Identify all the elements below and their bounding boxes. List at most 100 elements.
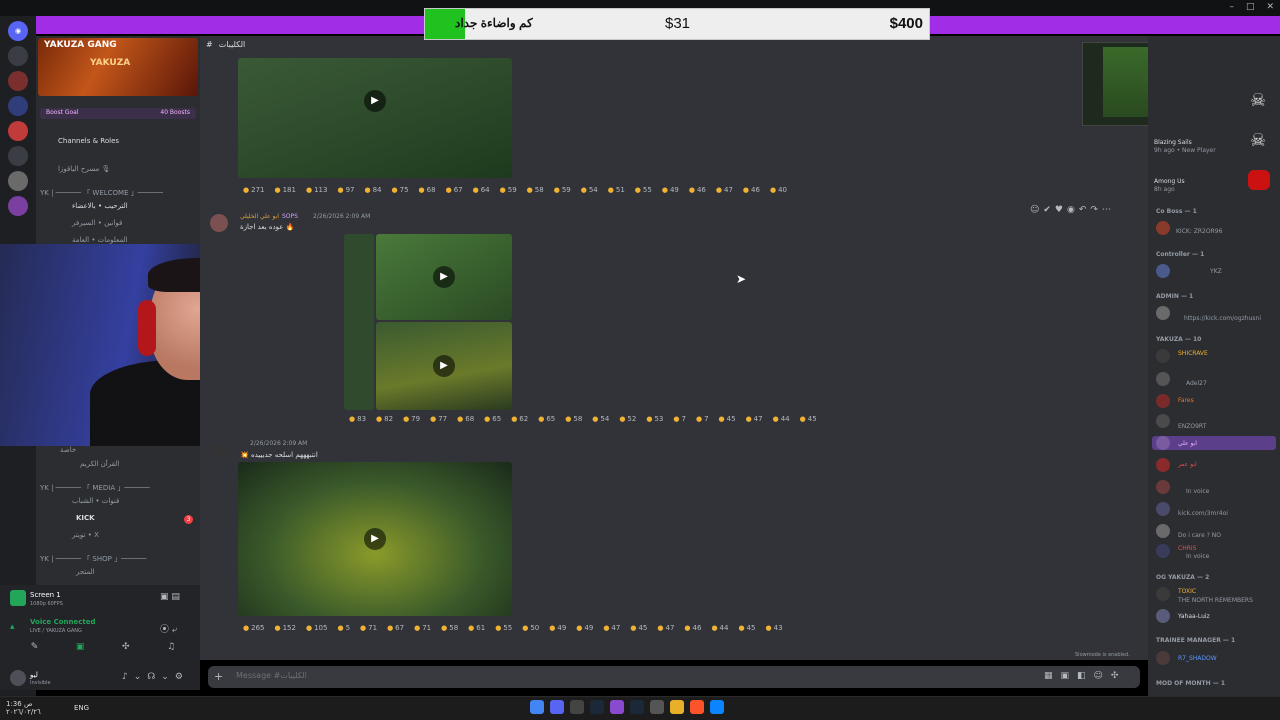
reaction-chip[interactable]: ● 65 xyxy=(535,415,558,423)
reaction-chip[interactable]: ● 55 xyxy=(632,186,655,194)
server-icon[interactable] xyxy=(8,71,28,91)
avatar[interactable] xyxy=(1156,221,1170,235)
reaction-chip[interactable]: ● 43 xyxy=(763,624,786,632)
video-attachment[interactable]: ▶ xyxy=(238,58,512,178)
activity-name[interactable]: Among Us xyxy=(1154,178,1185,185)
reaction-chip[interactable]: ● 59 xyxy=(551,186,574,194)
reaction-chip[interactable]: ● 40 xyxy=(767,186,790,194)
reaction-chip[interactable]: ● 71 xyxy=(411,624,434,632)
member-name[interactable]: TOXIC xyxy=(1178,588,1196,595)
reaction-chip[interactable]: ● 61 xyxy=(465,624,488,632)
channel-youth[interactable]: قنوات • الشباب xyxy=(72,497,119,505)
avatar[interactable] xyxy=(1156,480,1170,494)
reaction-chip[interactable]: ● 46 xyxy=(740,186,763,194)
reaction-chip[interactable]: ● 71 xyxy=(357,624,380,632)
language-indicator[interactable]: ENG xyxy=(74,704,89,712)
reaction-chip[interactable]: ● 67 xyxy=(384,624,407,632)
reaction-chip[interactable]: ● 265 xyxy=(240,624,267,632)
camera-icon[interactable]: ✎ xyxy=(31,642,39,656)
channel-kick[interactable]: KICK xyxy=(76,514,95,522)
reaction-chip[interactable]: ● 46 xyxy=(681,624,704,632)
channel-rules[interactable]: قوانين • السيرفر xyxy=(72,219,122,227)
folder-icon[interactable] xyxy=(670,700,684,714)
steam-icon[interactable] xyxy=(590,700,604,714)
video-attachment[interactable]: ▶ xyxy=(376,234,512,320)
server-icon[interactable] xyxy=(8,196,28,216)
message-actions[interactable]: ☺✔♥◉↶↷⋯ xyxy=(1030,205,1115,215)
reaction-chip[interactable]: ● 79 xyxy=(400,415,423,423)
server-name[interactable]: YAKUZA GANG xyxy=(44,40,117,50)
avatar[interactable] xyxy=(1156,524,1170,538)
member-name[interactable]: Fares xyxy=(1178,397,1194,404)
reaction-chip[interactable]: ● 181 xyxy=(271,186,298,194)
reaction-chip[interactable]: ● 54 xyxy=(578,186,601,194)
reaction-chip[interactable]: ● 53 xyxy=(643,415,666,423)
avatar[interactable] xyxy=(1156,394,1170,408)
avatar[interactable] xyxy=(1156,458,1170,472)
avatar[interactable] xyxy=(1156,544,1170,558)
reaction-chip[interactable]: ● 113 xyxy=(303,186,330,194)
play-icon[interactable]: ▶ xyxy=(433,355,455,377)
server-icon[interactable] xyxy=(8,146,28,166)
reaction-chip[interactable]: ● 83 xyxy=(346,415,369,423)
message-input[interactable]: Message #الكليبات xyxy=(208,666,1140,688)
member-name[interactable]: CHRIS xyxy=(1178,545,1196,552)
windows-icon[interactable] xyxy=(710,700,724,714)
channel-stage[interactable]: مسرح الياقوزا 🎙 xyxy=(58,165,110,173)
avatar[interactable] xyxy=(1156,264,1170,278)
channel-x[interactable]: تويتر • X xyxy=(72,531,99,539)
channel-shop[interactable]: المتجر xyxy=(76,568,95,576)
member-name[interactable]: SHICRAVE xyxy=(1178,350,1208,357)
reaction-chip[interactable]: ● 68 xyxy=(416,186,439,194)
reaction-chip[interactable]: ● 54 xyxy=(589,415,612,423)
activity-icon[interactable]: ✣ xyxy=(122,642,130,656)
avatar[interactable] xyxy=(1156,502,1170,516)
reaction-chip[interactable]: ● 45 xyxy=(735,624,758,632)
disconnect-icon[interactable]: ⦿ ⤶ xyxy=(160,622,177,635)
reaction-chip[interactable]: ● 7 xyxy=(693,415,712,423)
reaction-chip[interactable]: ● 77 xyxy=(427,415,450,423)
video-attachment[interactable]: ▶ xyxy=(238,462,512,616)
reaction-chip[interactable]: ● 55 xyxy=(492,624,515,632)
channels-roles-link[interactable]: Channels & Roles xyxy=(58,137,119,145)
reaction-chip[interactable]: ● 58 xyxy=(438,624,461,632)
calculator-icon[interactable] xyxy=(650,700,664,714)
reaction-chip[interactable]: ● 97 xyxy=(334,186,357,194)
avatar[interactable] xyxy=(214,446,228,456)
server-icon[interactable] xyxy=(8,46,28,66)
reaction-chip[interactable]: ● 105 xyxy=(303,624,330,632)
reaction-chip[interactable]: ● 7 xyxy=(670,415,689,423)
reaction-chip[interactable]: ● 47 xyxy=(600,624,623,632)
reaction-chip[interactable]: ● 45 xyxy=(797,415,820,423)
reaction-chip[interactable]: ● 44 xyxy=(708,624,731,632)
reaction-chip[interactable]: ● 152 xyxy=(271,624,298,632)
channel-private[interactable]: خاصة xyxy=(60,446,76,454)
avatar[interactable] xyxy=(1156,609,1170,623)
discord-icon[interactable] xyxy=(550,700,564,714)
reaction-chip[interactable]: ● 50 xyxy=(519,624,542,632)
user-controls[interactable]: ♪⌄☊⌄⚙ xyxy=(122,672,189,682)
reaction-chip[interactable]: ● 49 xyxy=(573,624,596,632)
server-icon[interactable] xyxy=(8,96,28,116)
message-author[interactable]: ابو علي الخليلي xyxy=(240,213,279,220)
server-icon[interactable] xyxy=(8,171,28,191)
reaction-chip[interactable]: ● 46 xyxy=(686,186,709,194)
reaction-chip[interactable]: ● 67 xyxy=(443,186,466,194)
member-name[interactable]: ابو عمر xyxy=(1178,461,1197,468)
home-icon[interactable]: ◉ xyxy=(8,21,28,41)
reaction-chip[interactable]: ● 75 xyxy=(389,186,412,194)
reaction-chip[interactable]: ● 64 xyxy=(470,186,493,194)
category-media[interactable]: YK | ────── 「 MEDIA 」────── xyxy=(40,483,150,493)
reaction-chip[interactable]: ● 47 xyxy=(713,186,736,194)
boost-goal-bar[interactable]: Boost Goal 40 Boosts xyxy=(40,108,196,119)
reaction-chip[interactable]: ● 82 xyxy=(373,415,396,423)
reaction-chip[interactable]: ● 62 xyxy=(508,415,531,423)
avatar[interactable] xyxy=(1156,372,1170,386)
reaction-chip[interactable]: ● 65 xyxy=(481,415,504,423)
activity-name[interactable]: Blazing Sails xyxy=(1154,139,1192,146)
avatar[interactable] xyxy=(10,670,26,686)
reaction-chip[interactable]: ● 49 xyxy=(659,186,682,194)
reaction-chip[interactable]: ● 47 xyxy=(743,415,766,423)
video-attachment[interactable]: ▶ xyxy=(376,322,512,410)
avatar[interactable] xyxy=(210,214,228,232)
